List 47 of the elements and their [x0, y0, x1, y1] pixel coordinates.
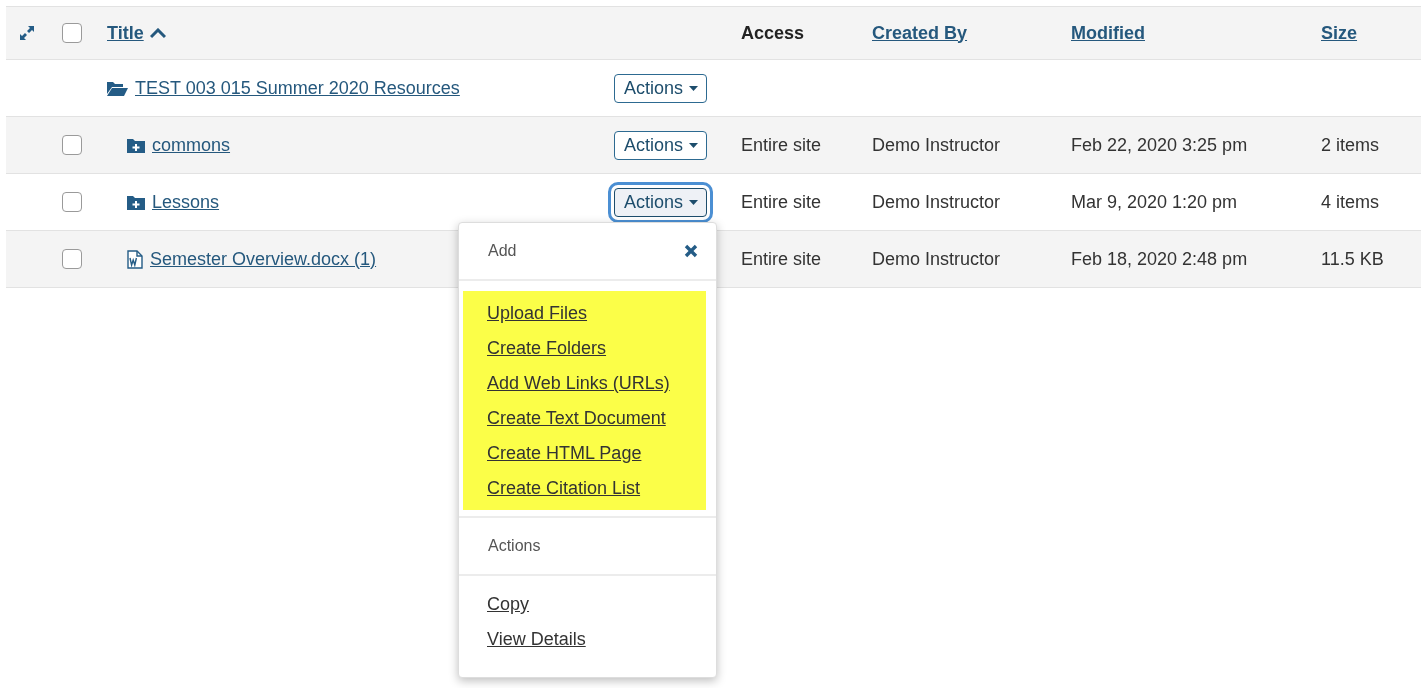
caret-icon — [689, 199, 699, 205]
caret-icon — [689, 142, 699, 148]
expand-icon[interactable] — [18, 24, 36, 42]
menu-item-link[interactable]: Create Citation List — [463, 476, 641, 500]
sort-up-icon — [149, 27, 166, 39]
menu-section-heading: Actions — [488, 537, 541, 555]
size-cell: 11.5 KB — [1321, 248, 1384, 269]
column-header-link[interactable]: Created By — [872, 22, 968, 44]
menu-item-link[interactable]: Create Folders — [463, 336, 607, 360]
actions-button[interactable]: Actions — [614, 130, 708, 160]
menu-item-link[interactable]: Create HTML Page — [463, 441, 642, 465]
column-header-link[interactable]: Title — [107, 22, 166, 44]
folder-plus-icon — [127, 194, 145, 210]
item-title-link[interactable]: commons — [152, 134, 231, 156]
modified-cell: Mar 9, 2020 1:20 pm — [1071, 191, 1238, 212]
close-icon[interactable] — [684, 244, 698, 258]
size-cell: 4 items — [1321, 191, 1380, 212]
modified-cell: Feb 22, 2020 3:25 pm — [1071, 134, 1248, 155]
creator-cell: Demo Instructor — [872, 191, 1001, 212]
row-checkbox[interactable] — [62, 135, 82, 155]
select-all-checkbox[interactable] — [62, 23, 82, 43]
column-header: Access — [741, 22, 805, 43]
menu-item-link[interactable]: Create Text Document — [463, 406, 666, 430]
row-checkbox[interactable] — [62, 249, 82, 269]
menu-item-link[interactable]: View Details — [463, 627, 586, 651]
column-header-link[interactable]: Size — [1321, 22, 1358, 44]
access-cell: Entire site — [741, 191, 822, 212]
word-file-icon — [127, 249, 143, 269]
modified-cell: Feb 18, 2020 2:48 pm — [1071, 248, 1248, 269]
actions-button[interactable]: Actions — [614, 73, 708, 103]
item-title-link[interactable]: TEST 003 015 Summer 2020 Resources — [135, 77, 460, 99]
folder-plus-icon — [127, 137, 145, 153]
creator-cell: Demo Instructor — [872, 248, 1001, 269]
access-cell: Entire site — [741, 248, 822, 269]
size-cell: 2 items — [1321, 134, 1380, 155]
creator-cell: Demo Instructor — [872, 134, 1001, 155]
item-title-link[interactable]: Semester Overview.docx (1) — [150, 248, 377, 270]
column-header-link[interactable]: Modified — [1071, 22, 1145, 44]
row-checkbox[interactable] — [62, 192, 82, 212]
access-cell: Entire site — [741, 134, 822, 155]
menu-section-heading: Add — [488, 242, 517, 260]
caret-icon — [689, 85, 699, 91]
open-folder-icon — [107, 80, 128, 96]
menu-item-link[interactable]: Upload Files — [463, 301, 588, 325]
menu-item-link[interactable]: Copy — [463, 592, 530, 616]
item-title-link[interactable]: Lessons — [152, 191, 220, 213]
menu-item-link[interactable]: Add Web Links (URLs) — [463, 371, 670, 395]
